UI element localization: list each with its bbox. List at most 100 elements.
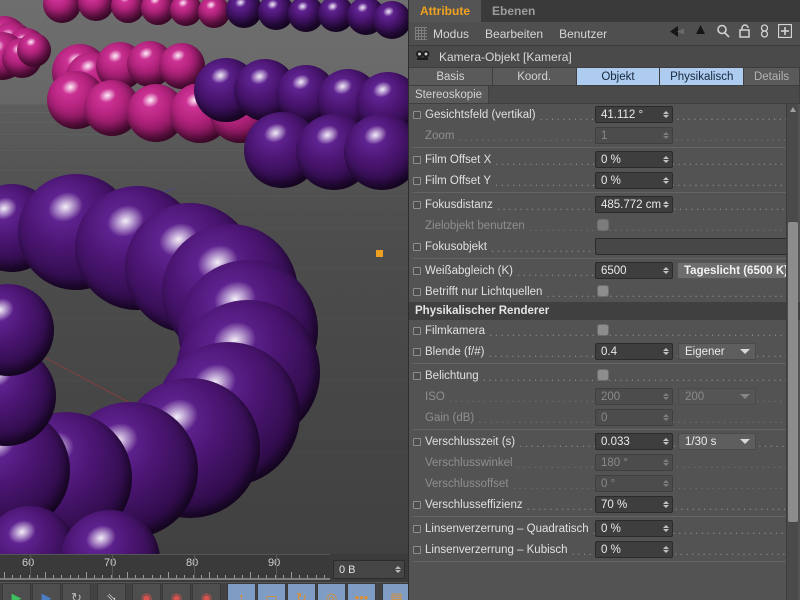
animate-checkbox[interactable] xyxy=(413,524,421,533)
rotate-icon[interactable]: ↻ xyxy=(62,583,91,600)
animate-checkbox[interactable] xyxy=(413,347,421,356)
property-label: Film Offset X xyxy=(425,153,492,166)
object-header[interactable]: Kamera-Objekt [Kamera] xyxy=(409,46,800,68)
property-toggle[interactable] xyxy=(597,369,609,381)
tab-stereoskopie[interactable]: Stereoskopie xyxy=(409,86,489,104)
menu-item-modus[interactable]: Modus xyxy=(433,27,469,41)
value-stepper[interactable] xyxy=(663,348,669,355)
rotate-anim-icon[interactable]: ↻ xyxy=(287,583,316,600)
forward-arrow-icon[interactable] xyxy=(694,24,707,43)
value-stepper[interactable] xyxy=(663,501,669,508)
panel-tab-ebenen[interactable]: Ebenen xyxy=(481,0,547,22)
dots-icon[interactable]: ••• xyxy=(347,583,376,600)
record-icon[interactable]: ◉ xyxy=(132,583,161,600)
value-field[interactable]: 485.772 cm xyxy=(595,196,673,213)
value-stepper[interactable] xyxy=(663,177,669,184)
value-stepper[interactable] xyxy=(663,546,669,553)
animate-checkbox[interactable] xyxy=(413,326,421,335)
move-axis-icon[interactable]: ↕ xyxy=(227,583,256,600)
property-row-film-offset-y: Film Offset Y...........................… xyxy=(409,170,800,191)
value-stepper[interactable] xyxy=(663,525,669,532)
key-curve-icon[interactable]: ⇘ xyxy=(97,583,126,600)
scrollbar-thumb[interactable] xyxy=(788,222,798,522)
timeline-ruler[interactable]: 60708090100 xyxy=(0,554,330,580)
animate-checkbox[interactable] xyxy=(413,437,421,446)
animation-toolbar[interactable]: ▶ ▶ ↻ ⇘ ◉ ◉ ◉ ↕ ▭ ↻ ◎ ••• ▤ xyxy=(0,582,408,600)
film-icon[interactable]: ▤ xyxy=(382,583,408,600)
panel-tab-attribute[interactable]: Attribute xyxy=(409,0,481,22)
play-arrow-icon[interactable]: ▶ xyxy=(2,583,31,600)
preset-dropdown[interactable]: 1/30 s xyxy=(678,433,756,450)
tab-koord[interactable]: Koord. xyxy=(492,68,577,86)
value-field[interactable]: 0.033 xyxy=(595,433,673,450)
chain-icon[interactable] xyxy=(760,24,769,43)
tab-physikalisch[interactable]: Physikalisch xyxy=(660,68,745,86)
value-field[interactable]: 0 % xyxy=(595,172,673,189)
sphere-clone xyxy=(373,1,408,39)
back-arrow-icon[interactable] xyxy=(670,25,685,43)
memory-stepper[interactable] xyxy=(395,566,401,573)
animate-checkbox[interactable] xyxy=(413,200,421,209)
property-row-verschlussoffset: Verschlussoffset........................… xyxy=(409,473,800,494)
animate-checkbox[interactable] xyxy=(413,500,421,509)
panel-tab-strip[interactable]: Attribute Ebenen xyxy=(409,0,800,22)
value-field[interactable]: 0.4 xyxy=(595,343,673,360)
search-icon[interactable] xyxy=(716,24,730,43)
field-value: 0 % xyxy=(601,522,621,535)
tab-basis[interactable]: Basis xyxy=(409,68,493,86)
record-position-icon[interactable]: ◉ xyxy=(162,583,191,600)
record-rotation-icon[interactable]: ◉ xyxy=(192,583,221,600)
viewport-3d[interactable] xyxy=(0,0,408,554)
tab-details[interactable]: Details xyxy=(744,68,800,86)
field-value: 0 % xyxy=(601,543,621,556)
spiral-icon[interactable]: ◎ xyxy=(317,583,346,600)
preset-button[interactable]: Tageslicht (6500 K) xyxy=(677,262,795,279)
value-field[interactable]: 6500 xyxy=(595,262,673,279)
menu-item-benutzer[interactable]: Benutzer xyxy=(559,27,607,41)
scroll-up-arrow-icon[interactable] xyxy=(790,107,796,112)
value-stepper[interactable] xyxy=(663,111,669,118)
selection-handle-dot[interactable] xyxy=(376,250,383,257)
value-field[interactable]: 70 % xyxy=(595,496,673,513)
property-scrollbar[interactable] xyxy=(786,104,798,600)
attribute-menubar[interactable]: Modus Bearbeiten Benutzer xyxy=(409,22,800,46)
animate-checkbox[interactable] xyxy=(413,155,421,164)
value-field[interactable]: 0 % xyxy=(595,520,673,537)
unlock-icon[interactable] xyxy=(739,24,751,43)
value-field[interactable]: 41.112 ° xyxy=(595,106,673,123)
menu-item-bearbeiten[interactable]: Bearbeiten xyxy=(485,27,543,41)
tab-objekt[interactable]: Objekt xyxy=(576,68,661,86)
animate-checkbox[interactable] xyxy=(413,287,421,296)
value-field[interactable]: 0 % xyxy=(595,151,673,168)
toolbar-group-transform: ↕ ▭ ↻ ◎ ••• xyxy=(227,583,376,600)
value-stepper xyxy=(663,393,669,400)
memory-usage-field[interactable]: 0 B xyxy=(333,560,405,579)
field-value: 0 ° xyxy=(601,477,616,490)
property-toggle[interactable] xyxy=(597,324,609,336)
timeline-major-tick xyxy=(194,555,195,580)
animate-checkbox[interactable] xyxy=(413,371,421,380)
animate-checkbox[interactable] xyxy=(413,110,421,119)
plus-icon[interactable] xyxy=(777,23,793,43)
value-field[interactable]: 0 % xyxy=(595,541,673,558)
panel-gripper-icon[interactable] xyxy=(415,27,427,40)
field-value: 485.772 cm xyxy=(601,198,662,211)
animate-checkbox[interactable] xyxy=(413,266,421,275)
preset-dropdown: 200 xyxy=(678,388,756,405)
value-stepper[interactable] xyxy=(663,267,669,274)
attribute-tab-rows[interactable]: Basis Koord. Objekt Physikalisch Details Ster… xyxy=(409,68,800,104)
property-label: Fokusobjekt xyxy=(425,240,488,253)
animate-checkbox[interactable] xyxy=(413,176,421,185)
property-toggle[interactable] xyxy=(597,285,609,297)
keyframe-box-icon[interactable]: ▭ xyxy=(257,583,286,600)
leader-dots: ........................................… xyxy=(546,287,796,300)
preset-button-label: Tageslicht (6500 K) xyxy=(684,264,788,277)
animate-checkbox[interactable] xyxy=(413,242,421,251)
value-stepper[interactable] xyxy=(663,438,669,445)
next-frame-icon[interactable]: ▶ xyxy=(32,583,61,600)
link-field[interactable] xyxy=(595,238,791,255)
preset-dropdown[interactable]: Eigener xyxy=(678,343,756,360)
value-stepper[interactable] xyxy=(663,201,669,208)
animate-checkbox[interactable] xyxy=(413,545,421,554)
value-stepper[interactable] xyxy=(663,156,669,163)
